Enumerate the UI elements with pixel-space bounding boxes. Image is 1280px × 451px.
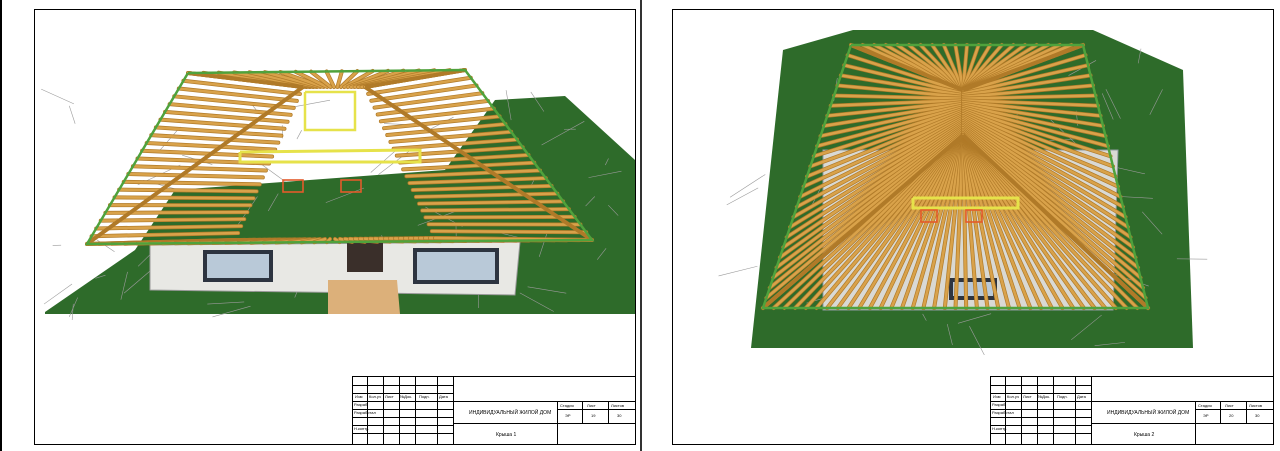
rafter-left-slope <box>117 188 258 193</box>
drawing-sheet-1: Изм Кол.уч Лист №Док. Подп. Дата Разраб.… <box>34 9 636 445</box>
row-razrab: Разраб. <box>354 402 369 407</box>
rafter-left-slope <box>113 196 255 200</box>
col-data: Дата <box>1077 394 1086 399</box>
terrain-mesh-line <box>296 130 302 140</box>
middle-divider <box>640 0 642 451</box>
sheets-value: 30 <box>1255 413 1260 418</box>
drawing-name: Крыша 2 <box>1134 432 1155 438</box>
rafter-left-slope <box>149 133 280 144</box>
title-block-2: Изм Кол.уч Лист №Док. Подп. Дата Разраб.… <box>990 376 1273 444</box>
window-left-glass <box>207 254 269 278</box>
col-kol: Кол.уч <box>369 394 381 399</box>
rafter-right-slope <box>424 215 576 219</box>
row-razrab: Разраб. <box>992 402 1007 407</box>
roof-3d-view-1[interactable] <box>35 10 635 320</box>
rafter-right-slope <box>430 229 588 234</box>
row-nkontr: Н.контр. <box>992 426 1008 431</box>
terrain-mesh-line <box>68 105 76 124</box>
col-ndok: №Док. <box>1038 394 1051 399</box>
row-nkontr: Н.контр. <box>354 426 370 431</box>
col-list: Лист <box>385 394 394 399</box>
window-right-glass <box>417 252 495 280</box>
sheets-label: Листов <box>611 403 624 408</box>
col-ndok: №Док. <box>400 394 413 399</box>
terrain-mesh-line <box>41 88 75 105</box>
col-kol: Кол.уч <box>1007 394 1019 399</box>
row-razrabotal: Разработал <box>354 410 376 415</box>
project-name: ИНДИВИДУАЛЬНЫЙ ЖИЛОЙ ДОМ <box>469 410 552 416</box>
stage-value: ЭР <box>565 413 571 418</box>
roof-3d-view-2[interactable] <box>673 10 1273 355</box>
ridge-brace-highlight <box>303 90 357 132</box>
sheets-value: 30 <box>617 413 622 418</box>
title-block-1: Изм Кол.уч Лист №Док. Подп. Дата Разраб.… <box>352 376 635 444</box>
row-razrabotal: Разработал <box>992 410 1014 415</box>
rafter-left-slope <box>127 172 265 179</box>
sheet-value: 20 <box>1229 413 1234 418</box>
entry-door <box>347 242 383 272</box>
col-izm: Изм <box>993 394 1001 399</box>
col-list: Лист <box>1023 394 1032 399</box>
drawing-name: Крыша 1 <box>496 432 517 438</box>
sheets-label: Листов <box>1249 403 1262 408</box>
stage-value: ЭР <box>1203 413 1209 418</box>
col-podp: Подп. <box>419 394 430 399</box>
sheet-label: Лист <box>1225 403 1234 408</box>
sheet-label: Лист <box>587 403 596 408</box>
project-name: ИНДИВИДУАЛЬНЫЙ ЖИЛОЙ ДОМ <box>1107 410 1190 416</box>
stage-label: Стадия <box>1198 403 1212 408</box>
col-podp: Подп. <box>1057 394 1068 399</box>
rafter-right-slope <box>370 84 478 103</box>
sheet-value: 19 <box>591 413 596 418</box>
drawing-sheet-2: Изм Кол.уч Лист №Док. Подп. Дата Разраб.… <box>672 9 1274 445</box>
stage-label: Стадия <box>560 403 574 408</box>
col-data: Дата <box>439 394 448 399</box>
terrain-mesh-line <box>718 265 758 277</box>
left-divider <box>0 0 2 451</box>
entry-steps <box>328 280 400 314</box>
col-izm: Изм <box>355 394 363 399</box>
rafter-left-slope <box>145 141 277 151</box>
